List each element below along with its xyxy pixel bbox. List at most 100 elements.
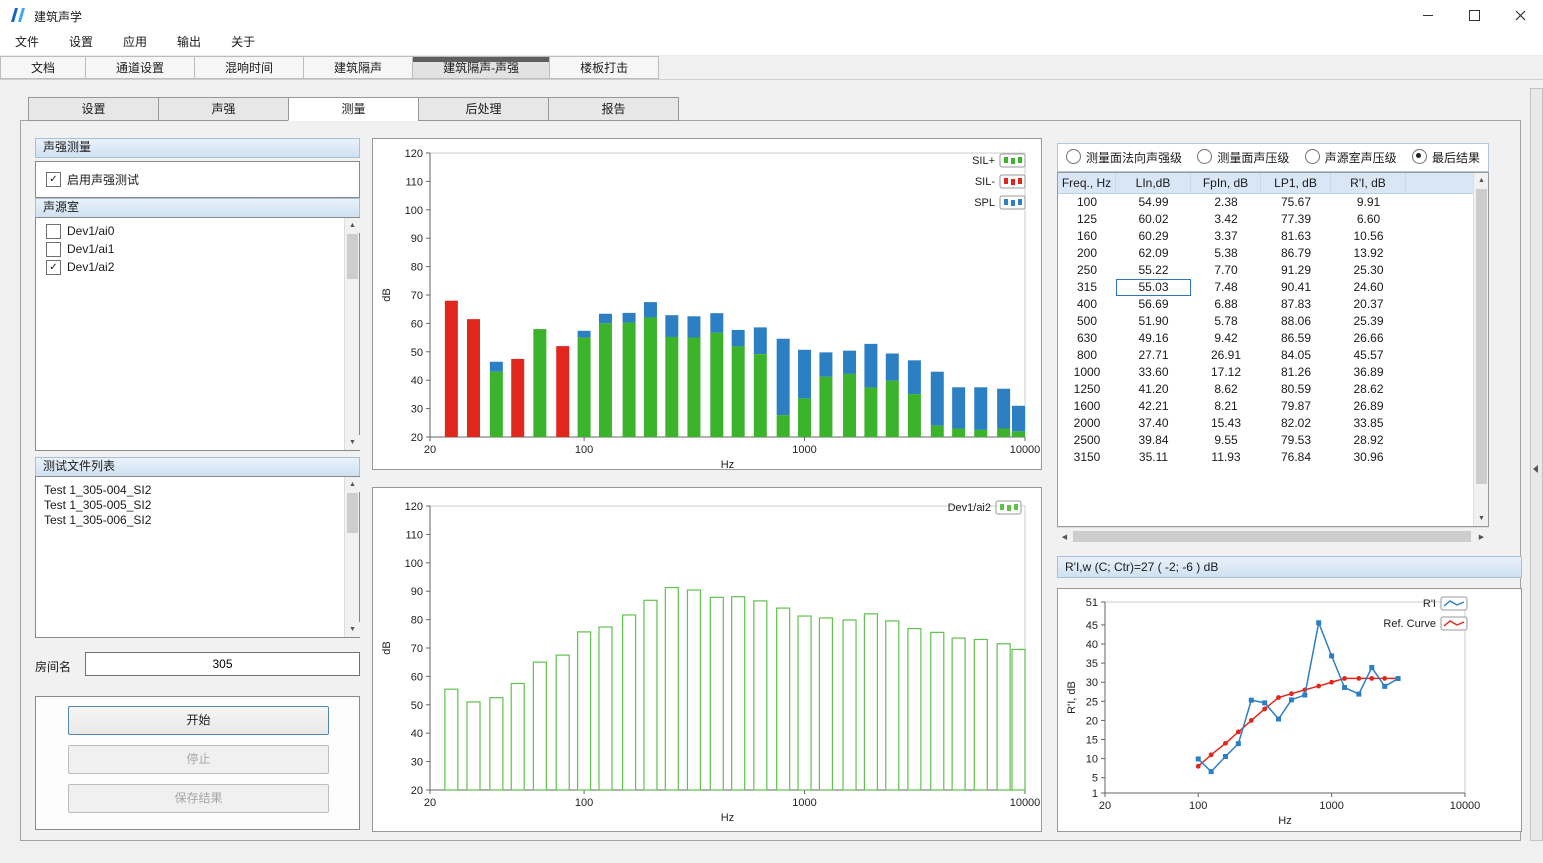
tab-3[interactable]: 建筑隔声 [304,56,413,79]
subtab-2[interactable]: 测量 [288,97,419,121]
table-cell[interactable]: 28.92 [1331,432,1406,449]
radio-option-0[interactable]: 测量面法向声强级 [1066,149,1182,166]
tab-0[interactable]: 文档 [0,56,86,79]
scroll-down-icon[interactable]: ▼ [345,435,360,450]
scroll-right-icon[interactable]: ▶ [1474,529,1489,544]
minimize-button[interactable] [1405,0,1451,30]
table-vertical-scrollbar[interactable]: ▲ ▼ [1473,173,1488,526]
tab-2[interactable]: 混响时间 [195,56,304,79]
subtab-4[interactable]: 报告 [548,97,679,121]
scroll-up-icon[interactable]: ▲ [345,218,360,233]
table-cell[interactable]: 1600 [1058,398,1116,415]
table-cell[interactable]: 30.96 [1331,449,1406,466]
table-cell[interactable]: 200 [1058,245,1116,262]
radio-icon[interactable] [1412,149,1427,164]
table-cell[interactable]: 79.87 [1261,398,1331,415]
table-cell[interactable]: 88.06 [1261,313,1331,330]
checkbox-icon[interactable]: ✓ [46,260,61,275]
table-cell[interactable]: 77.39 [1261,211,1331,228]
table-cell[interactable]: 5.78 [1191,313,1261,330]
room-name-input[interactable] [85,652,360,676]
radio-icon[interactable] [1197,149,1212,164]
table-row-2[interactable]: 16060.293.3781.6310.56 [1058,228,1488,245]
table-cell[interactable]: 9.42 [1191,330,1261,347]
scroll-left-icon[interactable]: ◀ [1057,529,1072,544]
scroll-up-icon[interactable]: ▲ [1474,173,1489,188]
table-cell[interactable]: 42.21 [1116,398,1191,415]
side-collapse-strip[interactable] [1530,88,1543,841]
table-cell[interactable]: 3150 [1058,449,1116,466]
radio-option-3[interactable]: 最后结果 [1412,149,1480,166]
subtab-0[interactable]: 设置 [28,97,159,121]
stop-button[interactable]: 停止 [68,745,329,774]
table-cell[interactable]: 315 [1058,279,1116,296]
table-horizontal-scrollbar[interactable]: ◀ ▶ [1057,527,1489,544]
table-cell[interactable]: 9.91 [1331,194,1406,211]
table-cell[interactable]: 91.29 [1261,262,1331,279]
file-list-scrollbar[interactable]: ▲ ▼ [344,477,359,637]
channel-item-2[interactable]: ✓Dev1/ai2 [40,258,339,276]
start-button[interactable]: 开始 [68,706,329,735]
menu-item-4[interactable]: 关于 [216,30,270,55]
table-cell[interactable]: 56.69 [1116,296,1191,313]
checkbox-icon[interactable] [46,242,61,257]
table-cell[interactable]: 6.60 [1331,211,1406,228]
table-cell[interactable]: 20.37 [1331,296,1406,313]
table-cell[interactable]: 45.57 [1331,347,1406,364]
table-cell[interactable]: 125 [1058,211,1116,228]
table-row-3[interactable]: 20062.095.3886.7913.92 [1058,245,1488,262]
table-cell[interactable]: 86.59 [1261,330,1331,347]
table-cell[interactable]: 90.41 [1261,279,1331,296]
table-cell[interactable]: 13.92 [1331,245,1406,262]
table-cell[interactable]: 630 [1058,330,1116,347]
table-cell[interactable]: 8.62 [1191,381,1261,398]
table-cell[interactable]: 76.84 [1261,449,1331,466]
table-cell[interactable]: 27.71 [1116,347,1191,364]
table-cell[interactable]: 39.84 [1116,432,1191,449]
table-row-1[interactable]: 12560.023.4277.396.60 [1058,211,1488,228]
table-cell[interactable]: 2500 [1058,432,1116,449]
table-cell[interactable]: 11.93 [1191,449,1261,466]
table-cell[interactable]: 81.26 [1261,364,1331,381]
radio-icon[interactable] [1305,149,1320,164]
checkbox-icon[interactable] [46,224,61,239]
table-cell[interactable]: 60.29 [1116,228,1191,245]
tab-5[interactable]: 楼板打击 [550,56,659,79]
close-button[interactable] [1497,0,1543,30]
table-cell[interactable]: 86.79 [1261,245,1331,262]
menu-item-3[interactable]: 输出 [162,30,216,55]
table-cell[interactable]: 6.88 [1191,296,1261,313]
table-cell[interactable]: 2000 [1058,415,1116,432]
table-row-7[interactable]: 50051.905.7888.0625.39 [1058,313,1488,330]
save-results-button[interactable]: 保存结果 [68,784,329,813]
maximize-button[interactable] [1451,0,1497,30]
scroll-thumb[interactable] [347,493,358,533]
table-cell[interactable]: 7.48 [1191,279,1261,296]
table-cell[interactable]: 8.21 [1191,398,1261,415]
table-row-4[interactable]: 25055.227.7091.2925.30 [1058,262,1488,279]
table-cell[interactable]: 7.70 [1191,262,1261,279]
table-cell[interactable]: 250 [1058,262,1116,279]
table-cell[interactable]: 84.05 [1261,347,1331,364]
channel-item-0[interactable]: Dev1/ai0 [40,222,339,240]
table-row-13[interactable]: 200037.4015.4382.0233.85 [1058,415,1488,432]
table-cell[interactable]: 24.60 [1331,279,1406,296]
table-cell[interactable]: 81.63 [1261,228,1331,245]
table-cell[interactable]: 9.55 [1191,432,1261,449]
table-cell[interactable]: 800 [1058,347,1116,364]
table-cell[interactable]: 80.59 [1261,381,1331,398]
table-cell[interactable]: 75.67 [1261,194,1331,211]
table-cell[interactable]: 100 [1058,194,1116,211]
table-cell[interactable]: 26.91 [1191,347,1261,364]
table-cell[interactable]: 2.38 [1191,194,1261,211]
radio-icon[interactable] [1066,149,1081,164]
tab-4[interactable]: 建筑隔声-声强 [413,56,550,79]
table-cell[interactable]: 26.66 [1331,330,1406,347]
scroll-thumb[interactable] [347,234,358,279]
menu-item-2[interactable]: 应用 [108,30,162,55]
table-cell[interactable]: 33.85 [1331,415,1406,432]
radio-option-2[interactable]: 声源室声压级 [1305,149,1397,166]
table-cell[interactable]: 1000 [1058,364,1116,381]
enable-intensity-checkbox[interactable]: ✓ [46,172,61,187]
table-row-11[interactable]: 125041.208.6280.5928.62 [1058,381,1488,398]
